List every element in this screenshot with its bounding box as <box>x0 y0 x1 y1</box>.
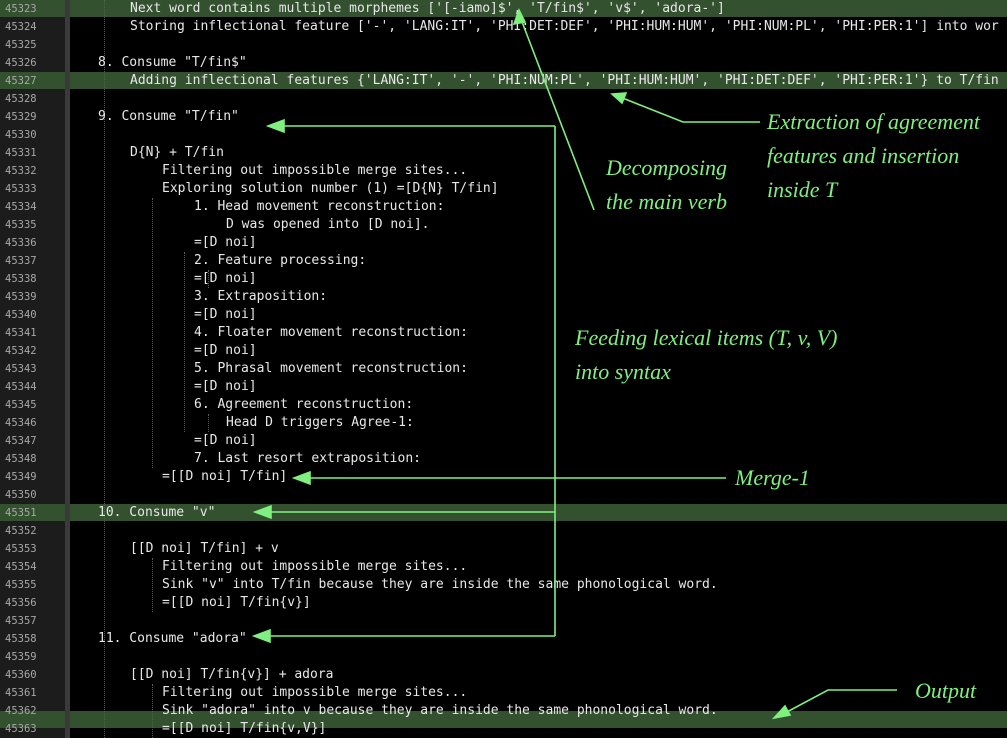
arrowhead-extraction <box>610 92 628 105</box>
arrow-decomposing <box>518 13 595 211</box>
annotation-extraction: features and insertion <box>767 143 960 168</box>
arrow-output <box>784 689 897 714</box>
arrow-extraction <box>619 96 760 123</box>
arrowhead-consume-tfin <box>265 118 285 134</box>
annotation-extraction: Extraction of agreement <box>767 109 981 134</box>
arrowhead-output <box>771 704 792 720</box>
arrowhead-merge <box>291 470 311 486</box>
code-editor[interactable]: 45323 45324 45325 45326 45327 45328 4532… <box>0 0 1007 738</box>
annotation-feeding: into syntax <box>575 359 671 384</box>
annotation-merge: Merge-1 <box>735 465 810 490</box>
annotation-decomposing: Decomposing <box>606 155 727 180</box>
arrowhead-consume-v <box>252 504 272 520</box>
annotation-output: Output <box>915 678 977 703</box>
annotation-feeding: Feeding lexical items (T, v, V) <box>575 325 838 350</box>
annotation-decomposing: the main verb <box>606 189 727 214</box>
arrowhead-decomposing <box>512 7 527 26</box>
arrowhead-consume-adora <box>251 628 271 644</box>
annotation-extraction: inside T <box>767 177 838 202</box>
